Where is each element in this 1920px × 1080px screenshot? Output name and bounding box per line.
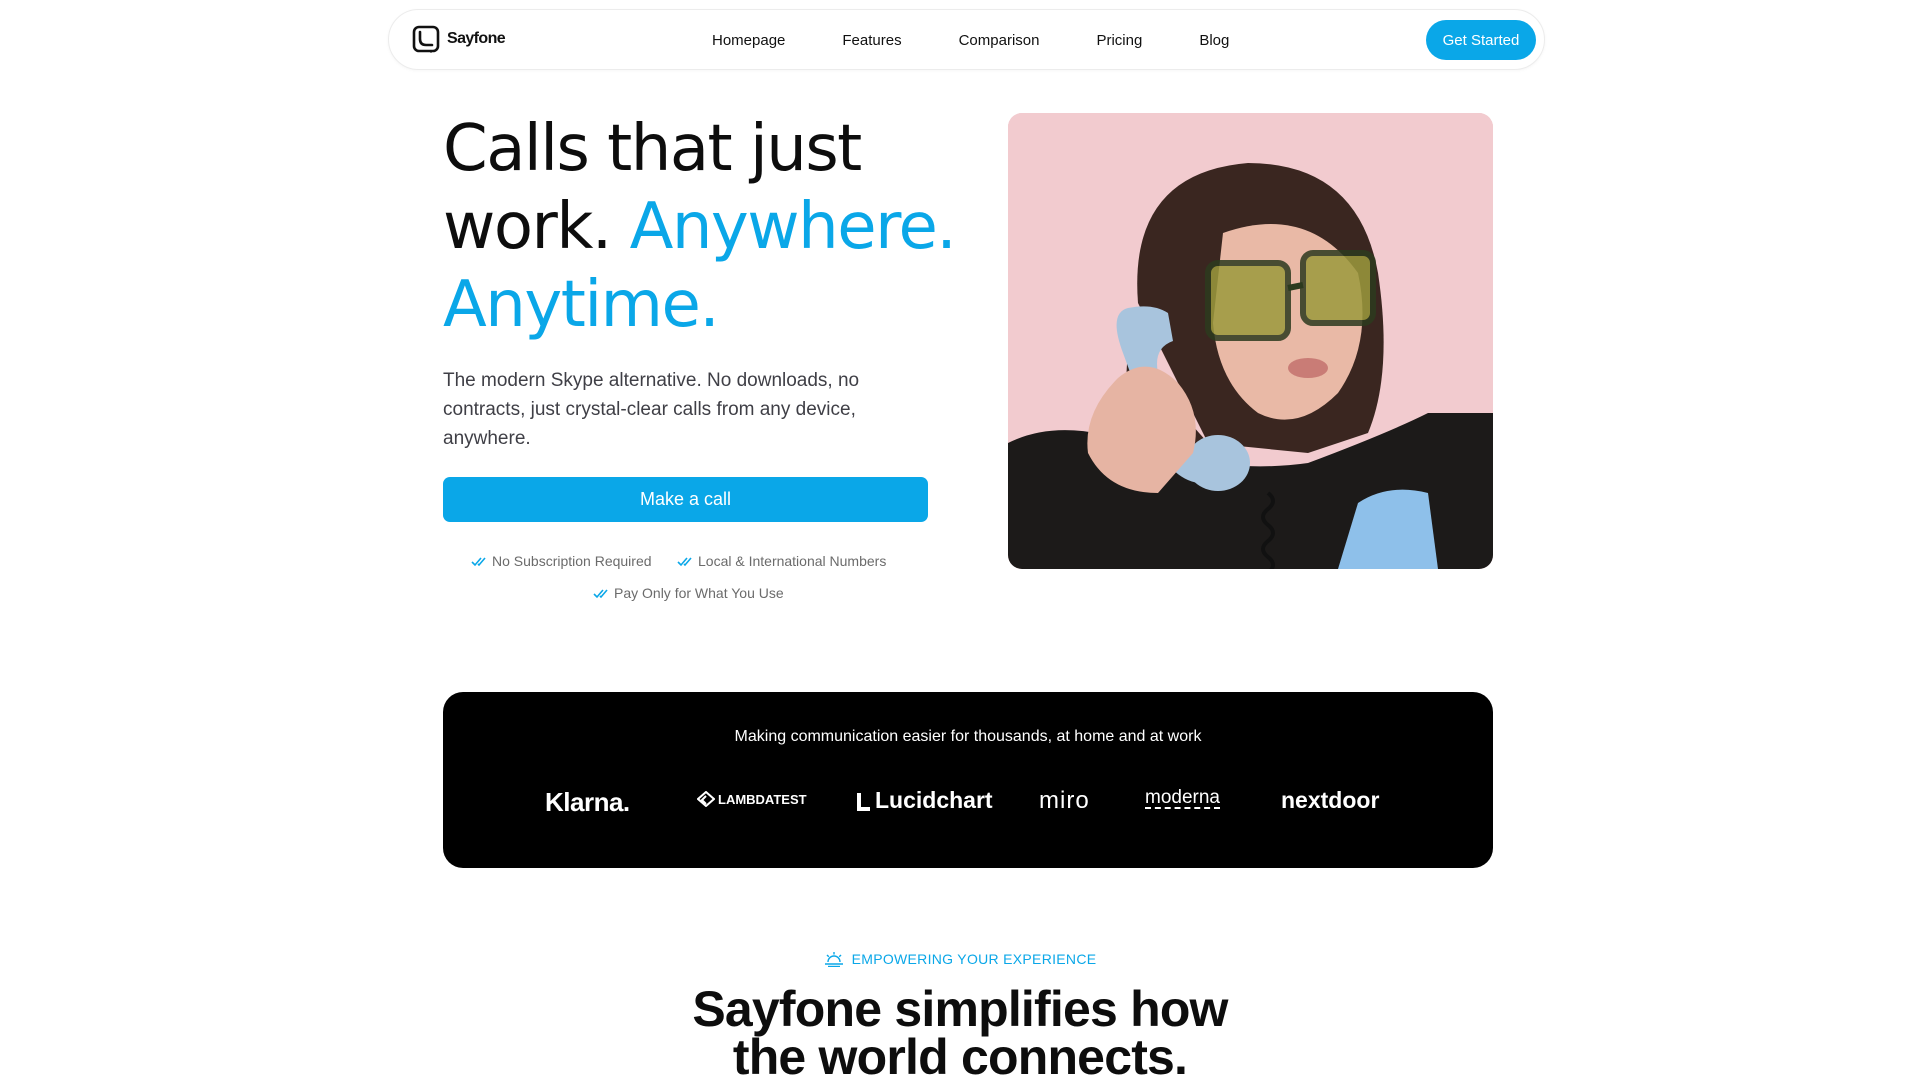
brand-logo-lucidchart: Lucidchart (857, 787, 993, 814)
hero-photo (1008, 113, 1493, 569)
sayfone-logo-icon (412, 25, 440, 53)
get-started-button[interactable]: Get Started (1426, 20, 1536, 60)
hero-title: Calls that just work. Anywhere. Anytime. (443, 110, 1003, 344)
nav-link-pricing[interactable]: Pricing (1096, 32, 1142, 49)
top-navigation: Sayfone Homepage Features Comparison Pri… (388, 9, 1545, 70)
nav-link-blog[interactable]: Blog (1199, 32, 1229, 49)
double-check-icon (593, 588, 608, 598)
nav-link-comparison[interactable]: Comparison (959, 32, 1040, 49)
trusted-by-band: Making communication easier for thousand… (443, 692, 1493, 868)
perk-pay-per-use: Pay Only for What You Use (593, 585, 784, 601)
brand-logo-moderna: moderna (1145, 787, 1220, 808)
perk-label: No Subscription Required (492, 553, 652, 569)
nav-link-features[interactable]: Features (842, 32, 901, 49)
brand-logo-lambdatest: LAMBDATEST (697, 791, 807, 807)
eyebrow-label: EMPOWERING YOUR EXPERIENCE (851, 951, 1097, 967)
hero-title-line2: work. (443, 190, 612, 264)
nav-links: Homepage Features Comparison Pricing Blo… (712, 10, 1229, 71)
perk-local-international: Local & International Numbers (677, 553, 886, 569)
brand-logo-miro: miro (1039, 787, 1090, 814)
hero-subtitle: The modern Skype alternative. No downloa… (443, 370, 860, 449)
brand-name: Sayfone (447, 30, 506, 47)
double-check-icon (677, 556, 692, 566)
lucidchart-icon (857, 792, 870, 811)
section-title-line2: the world connects. (732, 1029, 1188, 1080)
hero-title-accent-anywhere: Anywhere. (629, 190, 957, 264)
brand-logo[interactable]: Sayfone (412, 25, 506, 53)
nav-link-homepage[interactable]: Homepage (712, 32, 785, 49)
perk-no-subscription: No Subscription Required (471, 553, 652, 569)
double-check-icon (471, 556, 486, 566)
section-title: Sayfone simplifies how the world connect… (0, 984, 1920, 1080)
perk-label: Local & International Numbers (698, 553, 887, 569)
trusted-by-text: Making communication easier for thousand… (734, 728, 1202, 745)
sunrise-icon (824, 952, 843, 967)
section-eyebrow: EMPOWERING YOUR EXPERIENCE (0, 951, 1920, 967)
hero-title-line1: Calls that just (443, 112, 862, 186)
perk-label: Pay Only for What You Use (614, 585, 784, 601)
lambdatest-icon (697, 791, 715, 807)
brand-logo-klarna: Klarna. (545, 787, 630, 817)
make-a-call-button[interactable]: Make a call (443, 477, 928, 522)
hero-title-accent-anytime: Anytime. (443, 268, 720, 342)
woman-on-phone-photo (1008, 113, 1493, 569)
brand-logo-nextdoor: nextdoor (1281, 787, 1380, 813)
